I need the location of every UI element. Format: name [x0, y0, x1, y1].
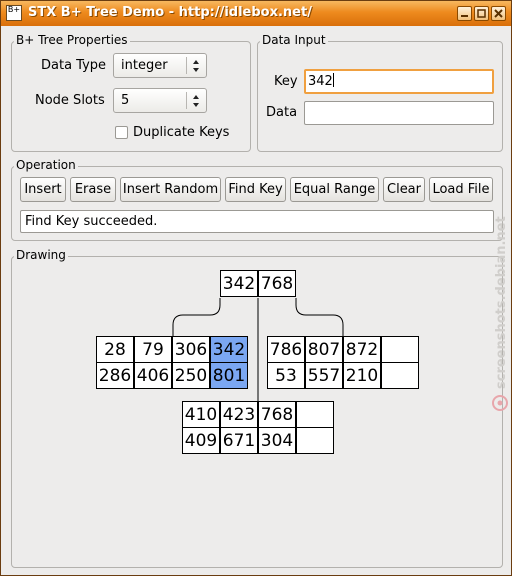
data-type-value: integer: [121, 58, 168, 73]
combo-separator: [186, 92, 187, 109]
key-cell: 250: [172, 362, 210, 389]
key-cell: 768: [258, 401, 296, 428]
duplicate-keys-checkbox[interactable]: [115, 126, 128, 139]
highlighted-key-cell: 801: [210, 362, 248, 389]
key-input[interactable]: 342: [304, 69, 494, 94]
close-icon: [494, 9, 503, 18]
key-cell: [296, 427, 334, 454]
minimize-button[interactable]: [457, 6, 472, 21]
edge-right: [295, 298, 344, 336]
window-title: STX B+ Tree Demo - http://idlebox.net/: [28, 5, 312, 20]
key-cell: 671: [220, 427, 258, 454]
node-slots-spinbox[interactable]: 5: [113, 88, 207, 113]
text-caret: [332, 73, 334, 87]
data-input-field[interactable]: [304, 101, 494, 125]
key-label: Key: [274, 74, 298, 89]
key-input-text: 342: [308, 73, 334, 89]
highlighted-key-cell: 342: [210, 336, 248, 363]
key-cell: 28: [96, 336, 134, 363]
edge-left: [172, 298, 221, 336]
insert-random-button[interactable]: Insert Random: [120, 177, 221, 202]
maximize-icon: [477, 9, 486, 18]
minimize-icon: [461, 15, 468, 17]
node-slots-value: 5: [121, 93, 130, 108]
key-cell: 409: [182, 427, 220, 454]
updown-arrow-icon: [193, 95, 199, 107]
key-cell: 286: [96, 362, 134, 389]
clear-button[interactable]: Clear: [383, 177, 425, 202]
key-cell: 872: [343, 336, 381, 363]
updown-arrow-icon: [193, 60, 199, 72]
operation-title: Operation: [14, 158, 78, 172]
key-cell: 768: [258, 270, 296, 297]
equal-range-button[interactable]: Equal Range: [290, 177, 379, 202]
data-input-group: [257, 41, 503, 152]
insert-button[interactable]: Insert: [20, 177, 66, 202]
drawing-title: Drawing: [14, 248, 68, 262]
title-bar[interactable]: B+ STX B+ Tree Demo - http://idlebox.net…: [1, 1, 511, 26]
key-cell: 557: [305, 362, 343, 389]
close-button[interactable]: [491, 6, 506, 21]
maximize-button[interactable]: [474, 6, 489, 21]
data-input-title: Data Input: [260, 33, 328, 47]
key-cell: 79: [134, 336, 172, 363]
app-window: B+ STX B+ Tree Demo - http://idlebox.net…: [0, 0, 512, 576]
load-file-button[interactable]: Load File: [429, 177, 493, 202]
key-cell: 807: [305, 336, 343, 363]
key-cell: 406: [134, 362, 172, 389]
key-value: 342: [308, 74, 333, 89]
data-type-label: Data Type: [41, 58, 107, 73]
status-text: Find Key succeeded.: [25, 214, 158, 229]
combo-separator: [186, 57, 187, 74]
key-cell: 304: [258, 427, 296, 454]
key-cell: 410: [182, 401, 220, 428]
find-key-button[interactable]: Find Key: [225, 177, 286, 202]
key-cell: 53: [267, 362, 305, 389]
duplicate-keys-label: Duplicate Keys: [133, 125, 230, 140]
key-cell: 342: [220, 270, 258, 297]
key-cell: 423: [220, 401, 258, 428]
key-cell: 786: [267, 336, 305, 363]
erase-button[interactable]: Erase: [70, 177, 116, 202]
data-label: Data: [266, 105, 298, 120]
key-cell: 306: [172, 336, 210, 363]
key-cell: [381, 336, 419, 363]
tree-canvas: 342 768 28 79 306 342 286 406 250 801 786 807 872 5…: [13, 263, 503, 563]
properties-title: B+ Tree Properties: [14, 33, 130, 47]
key-cell: [296, 401, 334, 428]
data-type-select[interactable]: integer: [113, 53, 207, 78]
key-cell: 210: [343, 362, 381, 389]
key-cell: [381, 362, 419, 389]
node-slots-label: Node Slots: [35, 93, 105, 108]
status-field: Find Key succeeded.: [20, 210, 494, 233]
app-icon: B+: [6, 5, 22, 21]
